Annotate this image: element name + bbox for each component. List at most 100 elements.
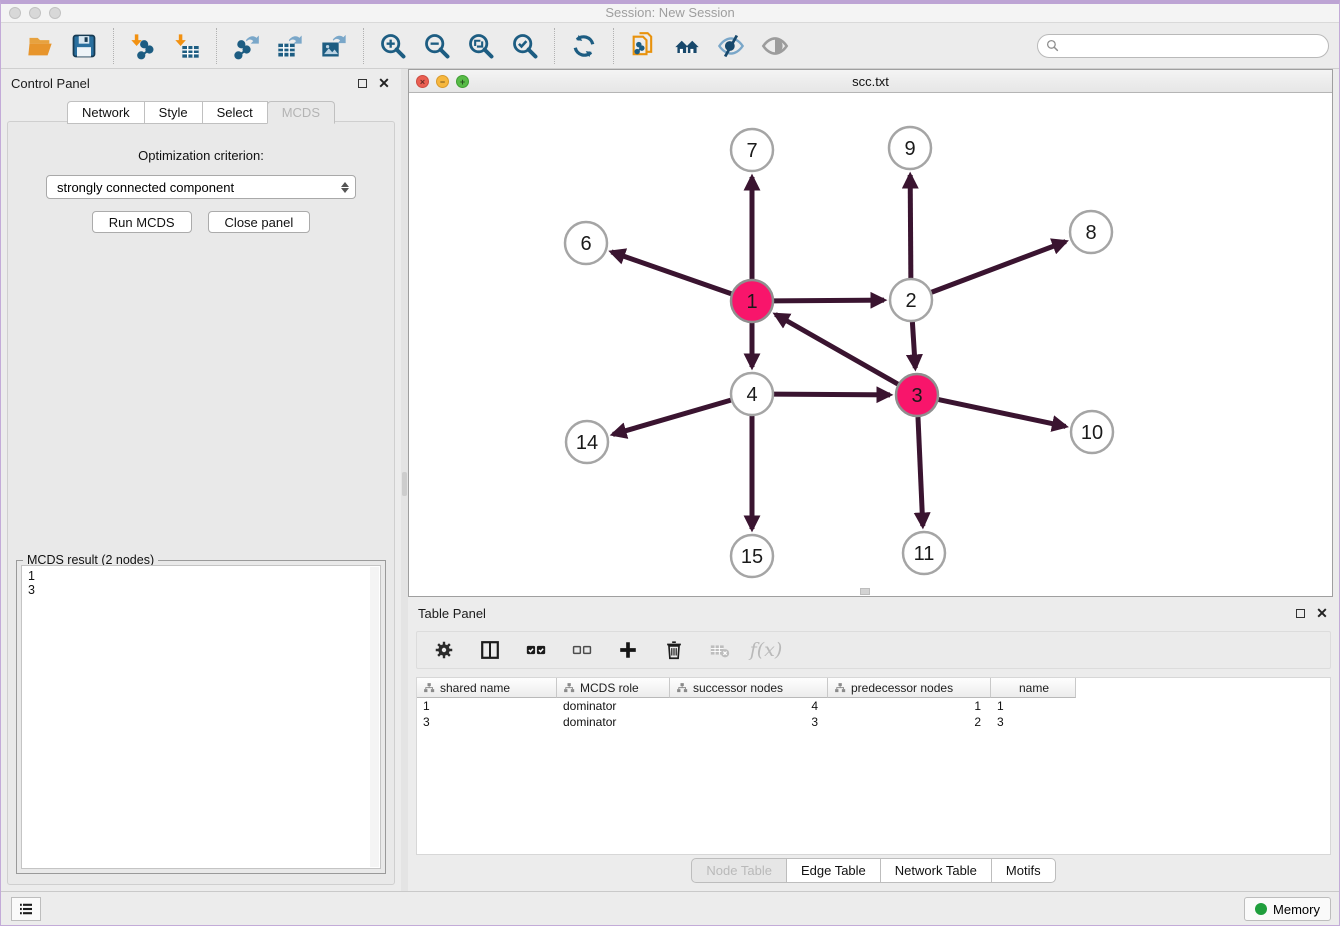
canvas-resize-grip[interactable] [860,588,870,595]
search-field[interactable] [1037,34,1329,58]
right-area: × − + scc.txt 7968124314101511 Table Pan… [408,69,1339,891]
tab-select[interactable]: Select [202,101,268,124]
network-maximize-icon[interactable]: + [456,75,469,88]
graph-node-7[interactable]: 7 [731,129,773,171]
graph-edge-3-10[interactable] [939,400,1066,427]
graph-edge-2-8[interactable] [932,242,1066,293]
table-cell[interactable]: 1 [417,699,557,713]
close-panel-button[interactable]: Close panel [208,211,311,233]
table-cell[interactable]: dominator [557,715,670,729]
nested-networks-button[interactable] [672,31,702,61]
minimize-window-button[interactable] [29,7,41,19]
export-network-button[interactable] [231,31,261,61]
delete-table-button[interactable] [707,637,733,663]
graph-edge-4-3[interactable] [774,394,890,395]
graph-edge-1-6[interactable] [611,252,731,294]
column-header-name[interactable]: name [991,678,1076,698]
import-network-button[interactable] [128,31,158,61]
table-row[interactable]: 1dominator411 [417,698,1330,714]
network-minimize-icon[interactable]: − [436,75,449,88]
graph-node-6[interactable]: 6 [565,222,607,264]
column-header-successor-nodes[interactable]: successor nodes [670,678,828,698]
graph-node-2[interactable]: 2 [890,279,932,321]
tab-network[interactable]: Network [67,101,145,124]
toggle-graphics-details-button[interactable] [716,31,746,61]
float-table-panel-icon[interactable] [1293,606,1307,620]
result-scrollbar[interactable] [370,567,379,867]
graph-node-3[interactable]: 3 [896,374,938,416]
graph-node-10[interactable]: 10 [1071,411,1113,453]
zoom-window-button[interactable] [49,7,61,19]
clone-network-button[interactable] [628,31,658,61]
toggle-bird-eye-view-button[interactable] [760,31,790,61]
export-table-button[interactable] [275,31,305,61]
graph-edge-3-1[interactable] [775,314,897,384]
graph-node-14[interactable]: 14 [566,421,608,463]
deselect-all-icon [571,639,593,661]
table-cell[interactable]: 3 [991,715,1076,729]
table-cell[interactable]: 2 [828,715,991,729]
graph-node-15[interactable]: 15 [731,535,773,577]
sort-column-icon [423,682,435,694]
graph-edge-2-3[interactable] [912,322,915,368]
table-cell[interactable]: 3 [417,715,557,729]
import-table-button[interactable] [172,31,202,61]
memory-button[interactable]: Memory [1244,897,1331,921]
table-cell[interactable]: dominator [557,699,670,713]
panel-splitter[interactable] [401,69,408,891]
graph-edge-4-14[interactable] [613,400,731,434]
column-settings-button[interactable] [431,637,457,663]
close-panel-icon[interactable]: ✕ [377,76,391,90]
table-cell[interactable]: 1 [991,699,1076,713]
status-menu-button[interactable] [11,897,41,921]
split-panel-button[interactable] [477,637,503,663]
close-window-button[interactable] [9,7,21,19]
network-window-titlebar[interactable]: × − + scc.txt [409,70,1332,93]
zoom-out-button[interactable] [422,31,452,61]
function-builder-button[interactable]: f(x) [753,637,779,663]
tab-motifs[interactable]: Motifs [991,858,1056,883]
graph-edge-3-11[interactable] [918,417,923,526]
zoom-in-button[interactable] [378,31,408,61]
graph-node-4[interactable]: 4 [731,373,773,415]
graph-node-8[interactable]: 8 [1070,211,1112,253]
run-mcds-button[interactable]: Run MCDS [92,211,192,233]
tab-network-table[interactable]: Network Table [880,858,992,883]
graph-node-11[interactable]: 11 [903,532,945,574]
svg-text:7: 7 [746,140,757,162]
table-cell[interactable]: 3 [670,715,828,729]
column-header-shared-name[interactable]: shared name [417,678,557,698]
close-table-panel-icon[interactable]: ✕ [1315,606,1329,620]
add-row-button[interactable] [615,637,641,663]
optimization-criterion-select[interactable]: strongly connected component [46,175,356,199]
table-cell[interactable]: 4 [670,699,828,713]
network-canvas[interactable]: 7 9 6 8 1 2 4 3 14 10 15 11 [409,93,1332,596]
zoom-fit-button[interactable] [466,31,496,61]
graph-node-1[interactable]: 1 [731,280,773,322]
graph-edge-1-2[interactable] [774,300,884,301]
window-title: Session: New Session [1,4,1339,22]
table-row[interactable]: 3dominator323 [417,714,1330,730]
tab-node-table[interactable]: Node Table [691,858,787,883]
save-session-button[interactable] [69,31,99,61]
open-session-button[interactable] [25,31,55,61]
zoom-selected-button[interactable] [510,31,540,61]
graph-node-9[interactable]: 9 [889,127,931,169]
table-cell[interactable]: 1 [828,699,991,713]
export-image-button[interactable] [319,31,349,61]
tab-edge-table[interactable]: Edge Table [786,858,881,883]
select-all-rows-button[interactable] [523,637,549,663]
float-panel-icon[interactable] [355,76,369,90]
deselect-all-rows-button[interactable] [569,637,595,663]
graph-edge-2-9[interactable] [910,175,911,278]
tab-style[interactable]: Style [144,101,203,124]
column-header-MCDS-role[interactable]: MCDS role [557,678,670,698]
column-header-predecessor-nodes[interactable]: predecessor nodes [828,678,991,698]
refresh-view-button[interactable] [569,31,599,61]
search-input[interactable] [1064,39,1320,53]
network-graph[interactable]: 7 9 6 8 1 2 4 3 14 10 15 11 [409,93,1332,596]
delete-rows-button[interactable] [661,637,687,663]
mcds-result-textarea[interactable]: 13 [21,565,381,869]
tab-mcds[interactable]: MCDS [267,101,335,124]
network-close-icon[interactable]: × [416,75,429,88]
